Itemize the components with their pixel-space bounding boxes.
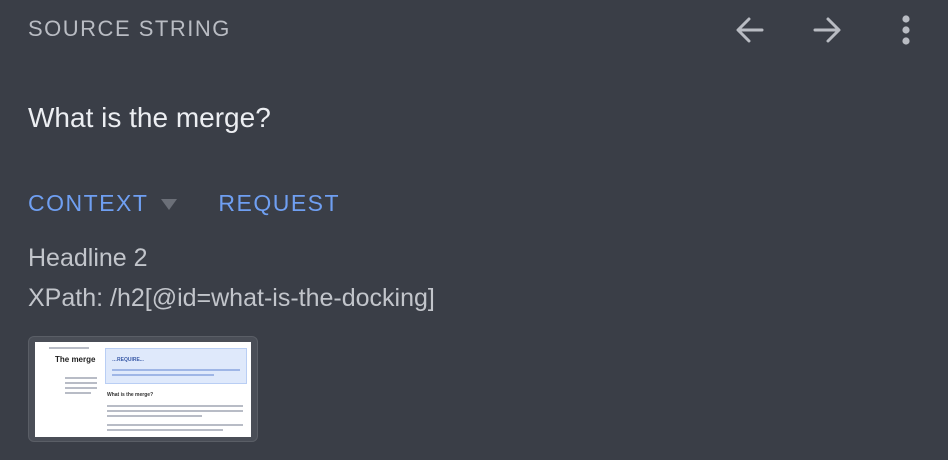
thumbnail-page-preview: The merge …REQUIRE... What is the merge? bbox=[35, 342, 251, 437]
more-vert-icon bbox=[902, 15, 910, 45]
thumbnail-banner: …REQUIRE... bbox=[105, 348, 247, 384]
caret-down-icon[interactable] bbox=[160, 197, 178, 211]
context-element-type: Headline 2 bbox=[28, 244, 148, 272]
tab-bar: CONTEXT REQUEST bbox=[28, 190, 340, 217]
context-xpath: XPath: /h2[@id=what-is-the-docking] bbox=[28, 284, 435, 312]
tab-context[interactable]: CONTEXT bbox=[28, 190, 148, 217]
source-string-text: What is the merge? bbox=[28, 102, 271, 133]
thumbnail-page-title: The merge bbox=[55, 355, 96, 364]
thumbnail-heading: What is the merge? bbox=[107, 392, 154, 398]
arrow-left-icon bbox=[736, 17, 764, 43]
tab-request[interactable]: REQUEST bbox=[218, 190, 340, 217]
forward-button[interactable] bbox=[805, 8, 849, 52]
thumbnail-banner-title: …REQUIRE... bbox=[112, 357, 144, 363]
more-options-button[interactable] bbox=[884, 8, 928, 52]
screenshot-thumbnail[interactable]: The merge …REQUIRE... What is the merge? bbox=[28, 336, 258, 442]
back-button[interactable] bbox=[728, 8, 772, 52]
thumbnail-sidebar bbox=[39, 344, 97, 349]
arrow-right-icon bbox=[813, 17, 841, 43]
section-title: SOURCE STRING bbox=[28, 16, 231, 41]
